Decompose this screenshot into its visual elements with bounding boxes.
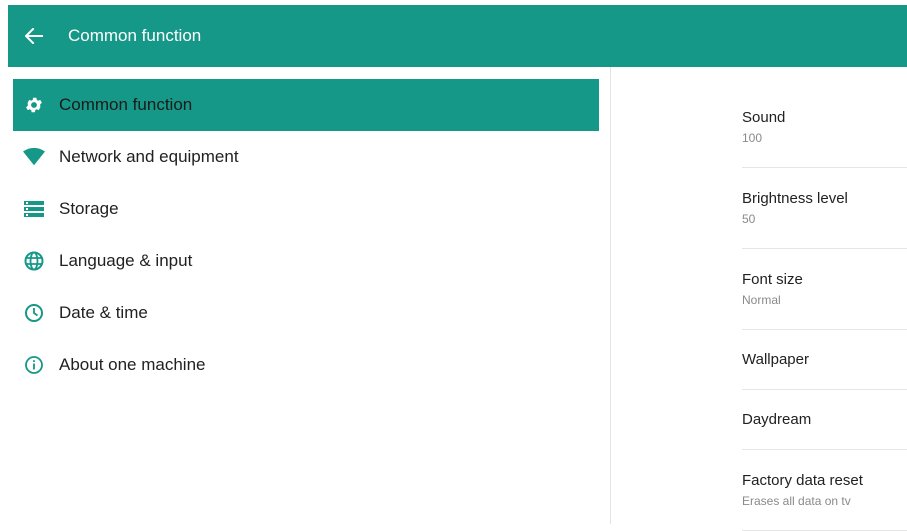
setting-daydream[interactable]: Daydream [742, 390, 907, 450]
wifi-icon [23, 146, 45, 168]
sidebar-list: Common function Network and equipment St… [13, 79, 599, 391]
info-icon [23, 354, 45, 376]
sidebar-item-label: Language & input [59, 251, 193, 270]
setting-title: Factory data reset [742, 472, 863, 489]
setting-font-size[interactable]: Font size Normal [742, 249, 907, 330]
setting-title: Wallpaper [742, 351, 809, 368]
setting-summary: 100 [742, 131, 763, 145]
clock-icon [23, 302, 45, 324]
settings-list: Sound 100 Brightness level 50 Font size … [742, 87, 907, 531]
sidebar-item-label: Date & time [59, 303, 148, 322]
sidebar-item-label: Storage [59, 199, 119, 218]
sidebar-item-about[interactable]: About one machine [13, 339, 599, 391]
setting-title: Brightness level [742, 190, 848, 207]
setting-sound[interactable]: Sound 100 [742, 87, 907, 168]
gear-icon [23, 94, 45, 116]
sidebar-item-date-time[interactable]: Date & time [13, 287, 599, 339]
sidebar-item-network[interactable]: Network and equipment [13, 131, 599, 183]
back-button[interactable] [10, 5, 58, 67]
sidebar-item-label: Network and equipment [59, 147, 239, 166]
setting-title: Sound [742, 109, 786, 126]
sidebar: Common function Network and equipment St… [8, 67, 611, 524]
settings-panel: Sound 100 Brightness level 50 Font size … [611, 67, 907, 531]
app-bar: Common function [8, 5, 907, 67]
setting-summary: 50 [742, 212, 756, 226]
setting-summary: Erases all data on tv [742, 494, 851, 508]
setting-wallpaper[interactable]: Wallpaper [742, 330, 907, 390]
sidebar-item-language[interactable]: Language & input [13, 235, 599, 287]
page-title: Common function [68, 26, 202, 45]
setting-brightness[interactable]: Brightness level 50 [742, 168, 907, 249]
setting-summary: Normal [742, 293, 781, 307]
globe-icon [23, 250, 45, 272]
sidebar-item-label: Common function [59, 95, 193, 114]
arrow-left-icon [25, 28, 43, 44]
setting-title: Daydream [742, 411, 812, 428]
storage-icon [23, 198, 45, 220]
sidebar-item-storage[interactable]: Storage [13, 183, 599, 235]
sidebar-item-label: About one machine [59, 355, 206, 374]
setting-title: Font size [742, 271, 803, 288]
sidebar-item-common-function[interactable]: Common function [13, 79, 599, 131]
setting-factory-reset[interactable]: Factory data reset Erases all data on tv [742, 450, 907, 531]
